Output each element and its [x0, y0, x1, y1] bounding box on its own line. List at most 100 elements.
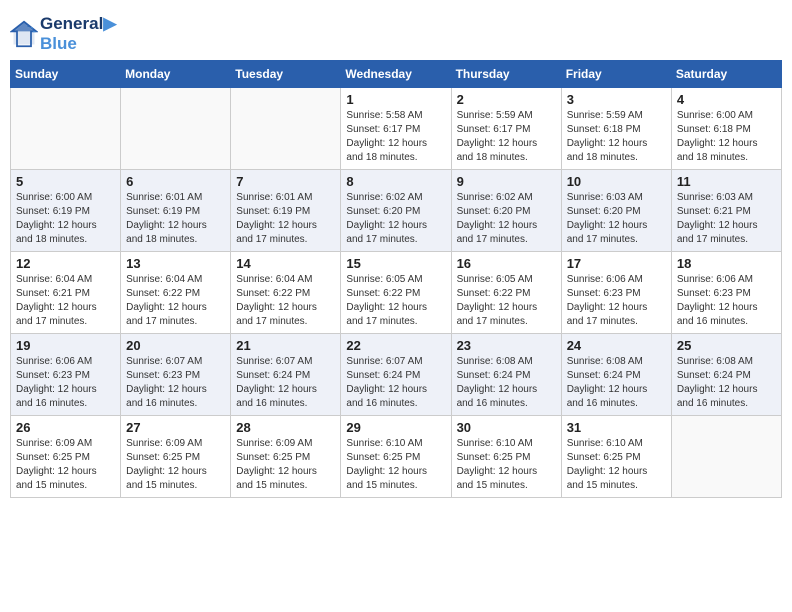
day-info: Sunrise: 6:01 AM Sunset: 6:19 PM Dayligh…: [126, 191, 225, 247]
day-number: 19: [16, 338, 115, 353]
day-number: 22: [346, 338, 445, 353]
day-info: Sunrise: 6:06 AM Sunset: 6:23 PM Dayligh…: [16, 355, 115, 411]
day-number: 5: [16, 174, 115, 189]
day-header-sunday: Sunday: [11, 61, 121, 88]
day-number: 18: [677, 256, 776, 271]
calendar-cell: 9 Sunrise: 6:02 AM Sunset: 6:20 PM Daylig…: [451, 170, 561, 252]
day-info: Sunrise: 6:09 AM Sunset: 6:25 PM Dayligh…: [236, 437, 335, 493]
day-info: Sunrise: 6:07 AM Sunset: 6:24 PM Dayligh…: [236, 355, 335, 411]
calendar-cell: 18Sunrise: 6:06 AM Sunset: 6:23 PM Dayli…: [671, 252, 781, 334]
day-number: 28: [236, 420, 335, 435]
calendar-cell: 14 Sunrise: 6:04 AM Sunset: 6:22 PM Dayli…: [231, 252, 341, 334]
calendar-cell: 7 Sunrise: 6:01 AM Sunset: 6:19 PM Daylig…: [231, 170, 341, 252]
day-info: Sunrise: 6:10 AM Sunset: 6:25 PM Dayligh…: [346, 437, 445, 493]
day-number: 20: [126, 338, 225, 353]
day-info: Sunrise: 6:10 AM Sunset: 6:25 PM Dayligh…: [457, 437, 556, 493]
day-info: Sunrise: 6:08 AM Sunset: 6:24 PM Dayligh…: [677, 355, 776, 411]
calendar-cell: 6 Sunrise: 6:01 AM Sunset: 6:19 PM Daylig…: [121, 170, 231, 252]
day-info: Sunrise: 6:04 AM Sunset: 6:22 PM Dayligh…: [126, 273, 225, 329]
day-number: 26: [16, 420, 115, 435]
day-info: Sunrise: 6:06 AM Sunset: 6:23 PM Dayligh…: [567, 273, 666, 329]
day-number: 16: [457, 256, 556, 271]
calendar-cell: 23Sunrise: 6:08 AM Sunset: 6:24 PM Dayli…: [451, 334, 561, 416]
logo-text: General▶ Blue: [40, 14, 116, 54]
day-info: Sunrise: 6:03 AM Sunset: 6:20 PM Dayligh…: [567, 191, 666, 247]
calendar-cell: 11Sunrise: 6:03 AM Sunset: 6:21 PM Dayli…: [671, 170, 781, 252]
day-info: Sunrise: 6:07 AM Sunset: 6:23 PM Dayligh…: [126, 355, 225, 411]
calendar-cell: 22Sunrise: 6:07 AM Sunset: 6:24 PM Dayli…: [341, 334, 451, 416]
day-number: 7: [236, 174, 335, 189]
day-number: 6: [126, 174, 225, 189]
calendar-cell: 8 Sunrise: 6:02 AM Sunset: 6:20 PM Daylig…: [341, 170, 451, 252]
calendar-cell: 26 Sunrise: 6:09 AM Sunset: 6:25 PM Dayli…: [11, 416, 121, 498]
calendar-cell: 24 Sunrise: 6:08 AM Sunset: 6:24 PM Dayli…: [561, 334, 671, 416]
day-number: 10: [567, 174, 666, 189]
day-info: Sunrise: 6:09 AM Sunset: 6:25 PM Dayligh…: [16, 437, 115, 493]
day-info: Sunrise: 6:00 AM Sunset: 6:18 PM Dayligh…: [677, 109, 776, 165]
day-header-monday: Monday: [121, 61, 231, 88]
calendar-cell: [671, 416, 781, 498]
day-number: 12: [16, 256, 115, 271]
day-number: 24: [567, 338, 666, 353]
day-number: 15: [346, 256, 445, 271]
day-number: 14: [236, 256, 335, 271]
calendar-cell: 21Sunrise: 6:07 AM Sunset: 6:24 PM Dayli…: [231, 334, 341, 416]
calendar-cell: 4 Sunrise: 6:00 AM Sunset: 6:18 PM Daylig…: [671, 88, 781, 170]
calendar-cell: 27 Sunrise: 6:09 AM Sunset: 6:25 PM Dayli…: [121, 416, 231, 498]
calendar-cell: 13 Sunrise: 6:04 AM Sunset: 6:22 PM Dayli…: [121, 252, 231, 334]
calendar-cell: 2 Sunrise: 5:59 AM Sunset: 6:17 PM Daylig…: [451, 88, 561, 170]
day-info: Sunrise: 5:59 AM Sunset: 6:17 PM Dayligh…: [457, 109, 556, 165]
day-number: 8: [346, 174, 445, 189]
day-info: Sunrise: 6:05 AM Sunset: 6:22 PM Dayligh…: [457, 273, 556, 329]
day-number: 13: [126, 256, 225, 271]
day-info: Sunrise: 6:10 AM Sunset: 6:25 PM Dayligh…: [567, 437, 666, 493]
day-number: 27: [126, 420, 225, 435]
calendar-cell: 28 Sunrise: 6:09 AM Sunset: 6:25 PM Dayli…: [231, 416, 341, 498]
day-info: Sunrise: 6:05 AM Sunset: 6:22 PM Dayligh…: [346, 273, 445, 329]
calendar-cell: 30 Sunrise: 6:10 AM Sunset: 6:25 PM Dayli…: [451, 416, 561, 498]
day-number: 29: [346, 420, 445, 435]
day-header-thursday: Thursday: [451, 61, 561, 88]
calendar-cell: 25 Sunrise: 6:08 AM Sunset: 6:24 PM Dayli…: [671, 334, 781, 416]
calendar-cell: 31 Sunrise: 6:10 AM Sunset: 6:25 PM Dayli…: [561, 416, 671, 498]
week-row-5: 26 Sunrise: 6:09 AM Sunset: 6:25 PM Dayli…: [11, 416, 782, 498]
calendar-cell: 20 Sunrise: 6:07 AM Sunset: 6:23 PM Dayli…: [121, 334, 231, 416]
day-number: 9: [457, 174, 556, 189]
day-header-tuesday: Tuesday: [231, 61, 341, 88]
calendar-cell: 19 Sunrise: 6:06 AM Sunset: 6:23 PM Dayli…: [11, 334, 121, 416]
day-number: 3: [567, 92, 666, 107]
calendar-cell: 17 Sunrise: 6:06 AM Sunset: 6:23 PM Dayli…: [561, 252, 671, 334]
day-info: Sunrise: 6:02 AM Sunset: 6:20 PM Dayligh…: [346, 191, 445, 247]
calendar-cell: [231, 88, 341, 170]
day-info: Sunrise: 6:02 AM Sunset: 6:20 PM Dayligh…: [457, 191, 556, 247]
day-info: Sunrise: 6:04 AM Sunset: 6:22 PM Dayligh…: [236, 273, 335, 329]
logo-icon: [10, 20, 38, 48]
week-row-2: 5Sunrise: 6:00 AM Sunset: 6:19 PM Daylig…: [11, 170, 782, 252]
day-number: 23: [457, 338, 556, 353]
page-header: General▶ Blue: [10, 10, 782, 54]
day-info: Sunrise: 5:59 AM Sunset: 6:18 PM Dayligh…: [567, 109, 666, 165]
day-info: Sunrise: 6:04 AM Sunset: 6:21 PM Dayligh…: [16, 273, 115, 329]
day-number: 30: [457, 420, 556, 435]
day-number: 2: [457, 92, 556, 107]
week-row-4: 19 Sunrise: 6:06 AM Sunset: 6:23 PM Dayli…: [11, 334, 782, 416]
day-info: Sunrise: 6:09 AM Sunset: 6:25 PM Dayligh…: [126, 437, 225, 493]
calendar-cell: [121, 88, 231, 170]
day-info: Sunrise: 5:58 AM Sunset: 6:17 PM Dayligh…: [346, 109, 445, 165]
day-number: 4: [677, 92, 776, 107]
week-row-1: 1Sunrise: 5:58 AM Sunset: 6:17 PM Daylig…: [11, 88, 782, 170]
logo: General▶ Blue: [10, 14, 116, 54]
calendar-cell: 15 Sunrise: 6:05 AM Sunset: 6:22 PM Dayli…: [341, 252, 451, 334]
calendar-cell: 16 Sunrise: 6:05 AM Sunset: 6:22 PM Dayli…: [451, 252, 561, 334]
day-info: Sunrise: 6:01 AM Sunset: 6:19 PM Dayligh…: [236, 191, 335, 247]
week-row-3: 12 Sunrise: 6:04 AM Sunset: 6:21 PM Dayli…: [11, 252, 782, 334]
calendar-cell: [11, 88, 121, 170]
calendar-cell: 3 Sunrise: 5:59 AM Sunset: 6:18 PM Daylig…: [561, 88, 671, 170]
day-number: 25: [677, 338, 776, 353]
day-number: 17: [567, 256, 666, 271]
days-header-row: SundayMondayTuesdayWednesdayThursdayFrid…: [11, 61, 782, 88]
day-number: 31: [567, 420, 666, 435]
calendar-cell: 10 Sunrise: 6:03 AM Sunset: 6:20 PM Dayli…: [561, 170, 671, 252]
day-info: Sunrise: 6:08 AM Sunset: 6:24 PM Dayligh…: [567, 355, 666, 411]
day-number: 11: [677, 174, 776, 189]
